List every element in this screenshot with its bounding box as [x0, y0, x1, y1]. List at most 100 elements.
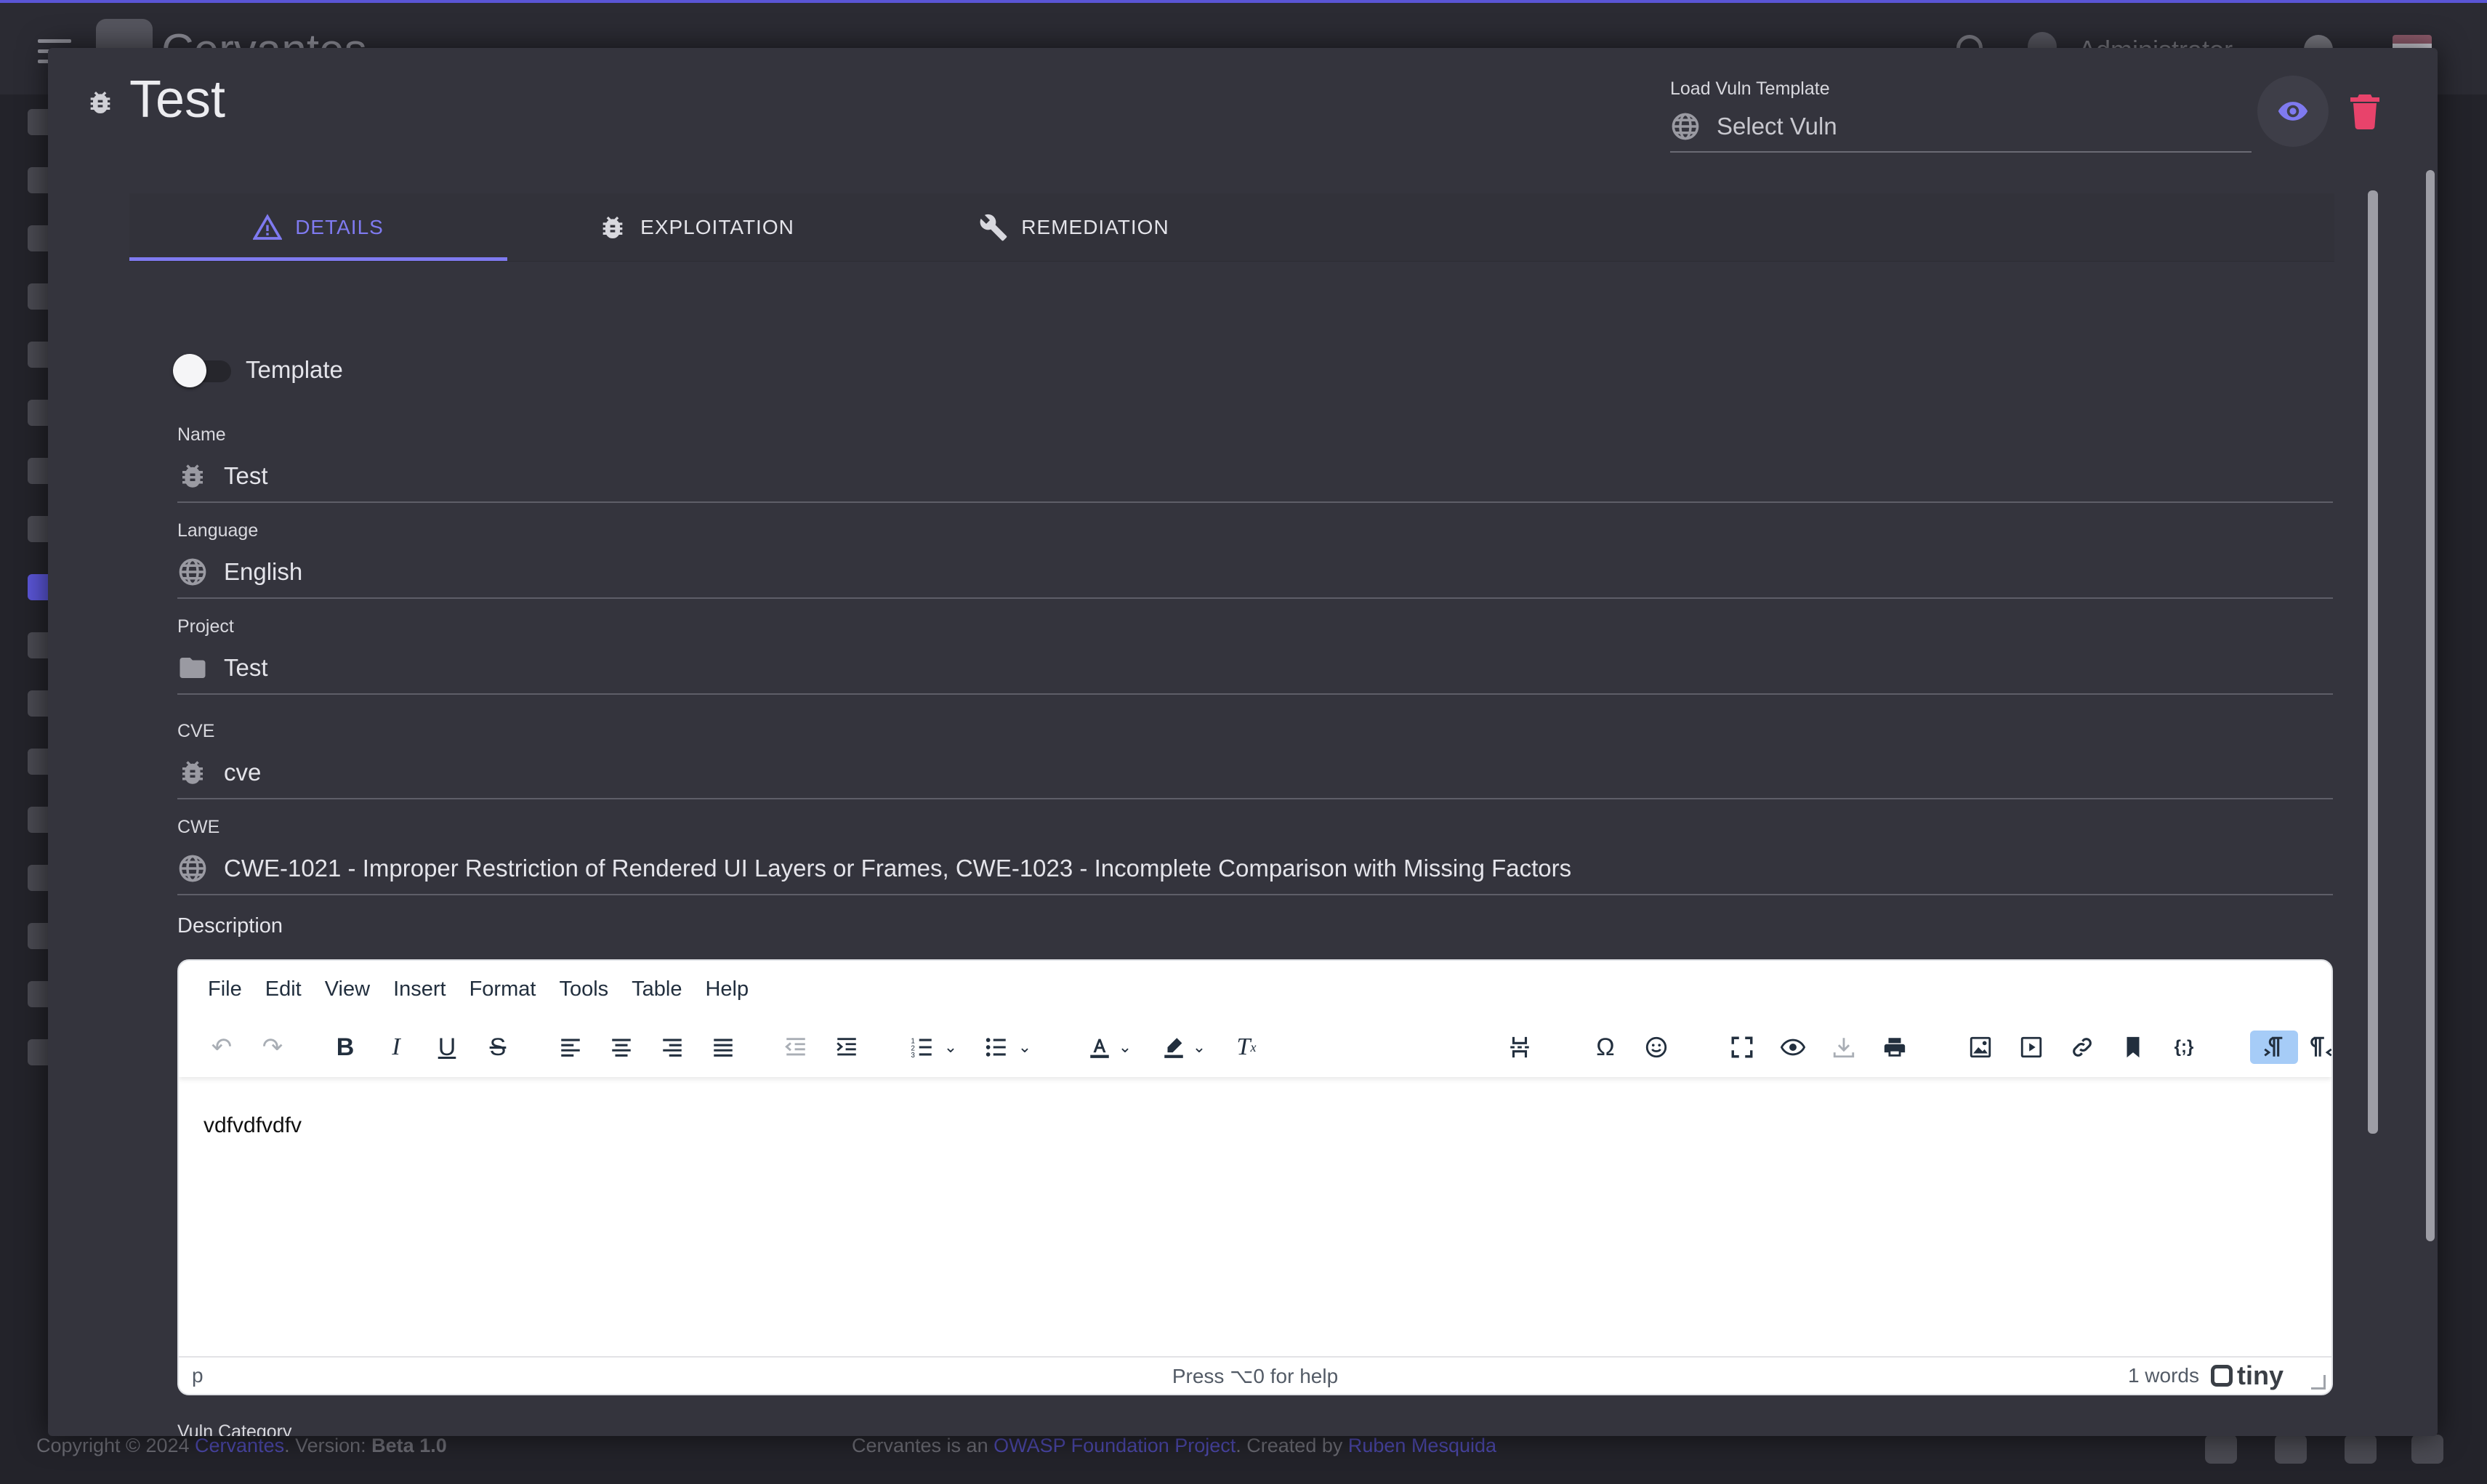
folder-icon	[180, 658, 206, 678]
rtl-direction-icon[interactable]	[2305, 1031, 2331, 1064]
bold-icon[interactable]: B	[328, 1031, 362, 1064]
align-center-icon[interactable]	[605, 1031, 638, 1064]
chevron-down-icon[interactable]: ⌄	[1190, 1031, 1208, 1064]
strikethrough-icon[interactable]: S	[481, 1031, 515, 1064]
cwe-label: CWE	[177, 817, 220, 837]
emoji-icon[interactable]	[1640, 1031, 1673, 1064]
language-field: Language English	[177, 520, 2333, 599]
discord-icon[interactable]	[2275, 1435, 2307, 1464]
svg-text:3: 3	[911, 1052, 915, 1060]
globe-icon	[179, 558, 206, 586]
description-editor: File Edit View Insert Format Tools Table…	[177, 959, 2333, 1395]
footer-author-link[interactable]: Ruben Mesquida	[1348, 1435, 1496, 1456]
redo-icon[interactable]: ↷	[256, 1031, 289, 1064]
menu-file[interactable]: File	[208, 977, 242, 1001]
footer-copyright: Copyright © 2024 Cervantes. Version: Bet…	[36, 1435, 447, 1456]
code-sample-icon[interactable]: {;}	[2167, 1031, 2201, 1064]
preview-button[interactable]	[2257, 76, 2329, 147]
help-hint: Press ⌥0 for help	[1172, 1365, 1339, 1387]
outdent-icon[interactable]	[779, 1031, 813, 1064]
cve-field: CVE cve	[177, 721, 2333, 799]
globe-icon	[179, 855, 206, 882]
underline-icon[interactable]: U	[430, 1031, 464, 1064]
cve-input[interactable]: cve	[177, 747, 2333, 799]
name-value: Test	[224, 462, 268, 489]
insert-link-icon[interactable]	[2065, 1031, 2099, 1064]
italic-icon[interactable]: I	[379, 1031, 413, 1064]
twitter-icon[interactable]	[2205, 1435, 2237, 1464]
vuln-edit-dialog: Test Load Vuln Template Select Vuln DETA…	[48, 48, 2438, 1436]
align-justify-icon[interactable]	[706, 1031, 740, 1064]
indent-icon[interactable]	[830, 1031, 863, 1064]
ltr-direction-icon[interactable]	[2250, 1031, 2298, 1064]
language-select[interactable]: English	[177, 547, 2333, 599]
cwe-value: CWE-1021 - Improper Restriction of Rende…	[224, 855, 1572, 882]
cwe-select[interactable]: CWE-1021 - Improper Restriction of Rende…	[177, 843, 2333, 895]
tab-bar: DETAILS EXPLOITATION REMEDIATION	[129, 193, 2334, 262]
docs-icon[interactable]	[2345, 1435, 2377, 1464]
menu-insert[interactable]: Insert	[393, 977, 446, 1001]
template-select-label: Load Vuln Template	[1670, 78, 1830, 99]
editor-statusbar: p Press ⌥0 for help 1 words tiny	[179, 1356, 2331, 1394]
dialog-scrollbar[interactable]	[2426, 170, 2435, 1241]
insert-media-icon[interactable]	[2015, 1031, 2048, 1064]
footer-version: Beta 1.0	[371, 1435, 447, 1456]
wrench-icon	[980, 214, 1007, 241]
menu-view[interactable]: View	[325, 977, 370, 1001]
template-select[interactable]: Select Vuln	[1670, 102, 2252, 153]
bullet-list-icon[interactable]	[980, 1031, 1013, 1064]
tab-exploitation[interactable]: EXPLOITATION	[507, 193, 885, 262]
footer-owasp-link[interactable]: OWASP Foundation Project	[993, 1435, 1236, 1456]
delete-button[interactable]	[2350, 94, 2379, 129]
template-toggle-label: Template	[246, 356, 343, 383]
bug-icon	[90, 92, 110, 114]
text-color-icon[interactable]	[1083, 1031, 1116, 1064]
editor-content[interactable]: vdfvdfvdfv	[203, 1113, 302, 1138]
menu-format[interactable]: Format	[469, 977, 536, 1001]
tab-details[interactable]: DETAILS	[129, 193, 507, 262]
bookmark-icon[interactable]	[2116, 1031, 2150, 1064]
github-icon[interactable]	[2411, 1435, 2443, 1464]
template-toggle-knob[interactable]	[173, 354, 206, 387]
footer-brand-link[interactable]: Cervantes	[195, 1435, 284, 1456]
menu-tools[interactable]: Tools	[559, 977, 608, 1001]
language-value: English	[224, 558, 303, 585]
active-tab-indicator	[129, 257, 507, 261]
numbered-list-icon[interactable]: 123	[906, 1031, 939, 1064]
language-label: Language	[177, 520, 259, 541]
tab-remediation[interactable]: REMEDIATION	[885, 193, 1263, 262]
footer-owasp: Cervantes is an OWASP Foundation Project…	[852, 1435, 1497, 1456]
menu-table[interactable]: Table	[632, 977, 682, 1001]
tiny-logo[interactable]: tiny	[2210, 1360, 2284, 1391]
warning-triangle-icon	[253, 214, 283, 240]
name-field: Name Test	[177, 424, 2333, 503]
special-character-icon[interactable]: Ω	[1589, 1031, 1622, 1064]
word-count[interactable]: 1 words	[2128, 1364, 2199, 1387]
fullscreen-icon[interactable]	[1725, 1031, 1759, 1064]
undo-icon[interactable]: ↶	[205, 1031, 238, 1064]
page-break-icon[interactable]	[1503, 1031, 1536, 1064]
chevron-down-icon[interactable]: ⌄	[1116, 1031, 1134, 1064]
resize-handle-icon[interactable]	[2311, 1375, 2326, 1390]
highlight-color-icon[interactable]	[1157, 1031, 1190, 1064]
project-label: Project	[177, 616, 234, 637]
print-icon[interactable]	[1878, 1031, 1911, 1064]
cve-value: cve	[224, 759, 262, 786]
menu-help[interactable]: Help	[705, 977, 749, 1001]
chevron-down-icon[interactable]: ⌄	[1016, 1031, 1033, 1064]
sidebar	[0, 94, 54, 1403]
clear-formatting-icon[interactable]: Tx	[1230, 1031, 1263, 1064]
project-select[interactable]: Test	[177, 642, 2333, 695]
menu-edit[interactable]: Edit	[265, 977, 302, 1001]
editor-toolbar: ↶ ↷ B I U S 123 ⌄ ⌄ ⌄ ⌄ T x Ω {;}	[179, 1017, 2331, 1077]
name-input[interactable]: Test	[177, 451, 2333, 503]
chevron-down-icon[interactable]: ⌄	[942, 1031, 959, 1064]
align-left-icon[interactable]	[554, 1031, 587, 1064]
save-icon[interactable]	[1827, 1031, 1861, 1064]
description-label: Description	[177, 914, 283, 937]
align-right-icon[interactable]	[656, 1031, 689, 1064]
insert-image-icon[interactable]	[1964, 1031, 1997, 1064]
preview-icon[interactable]	[1776, 1031, 1810, 1064]
cwe-field: CWE CWE-1021 - Improper Restriction of R…	[177, 817, 2333, 895]
content-scrollbar[interactable]	[2368, 190, 2378, 1134]
